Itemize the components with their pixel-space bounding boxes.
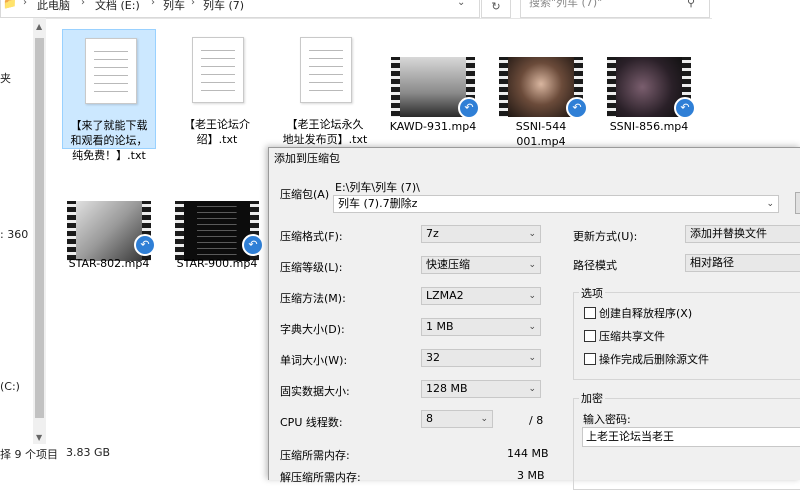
dict-select[interactable]: 1 MB ⌄: [421, 318, 541, 336]
path-label: 路径模式: [573, 259, 617, 272]
status-bar: 择 9 个项目 3.83 GB: [0, 446, 270, 461]
file-name: SSNI-544 001.mp4: [515, 120, 567, 148]
format-label: 压缩格式(F):: [280, 230, 343, 243]
file-name: KAWD-931.mp4: [389, 120, 477, 133]
breadcrumb-item[interactable]: 列车: [163, 0, 185, 13]
file-item[interactable]: 【来了就能下载 和观看的论坛， 纯免费！】.txt: [62, 29, 156, 162]
file-name: STAR-900.mp4: [176, 257, 258, 270]
mem-comp-value: 144 MB: [507, 447, 549, 460]
search-input[interactable]: 搜索"列车 (7)" ⚲: [520, 0, 710, 18]
file-item[interactable]: ↶ SSNI-544 001.mp4: [494, 29, 588, 149]
nav-item-360[interactable]: : 360: [0, 228, 28, 241]
archive-path: E:\列车\列车 (7)\: [335, 181, 420, 194]
status-size: 3.83 GB: [66, 446, 111, 459]
shortcut-badge-icon: ↶: [674, 97, 696, 119]
shortcut-badge-icon: ↶: [134, 234, 156, 256]
delete-source-checkbox[interactable]: [584, 353, 596, 365]
level-select[interactable]: 快速压缩 ⌄: [421, 256, 541, 274]
file-item[interactable]: ↶ SSNI-856.mp4: [602, 29, 696, 149]
file-item[interactable]: 【老王论坛永久 地址发布页】.txt: [278, 29, 372, 149]
scroll-up-icon[interactable]: ▲: [36, 22, 42, 31]
refresh-button[interactable]: ↻: [481, 0, 511, 18]
refresh-icon: ↻: [491, 0, 501, 13]
search-icon: ⚲: [686, 0, 695, 9]
file-name: 【来了就能下载 和观看的论坛， 纯免费！】.txt: [70, 119, 148, 162]
encryption-label: 加密: [579, 390, 605, 406]
nav-scrollbar[interactable]: ▲ ▼: [33, 18, 46, 444]
file-name: 【老王论坛介 绍】.txt: [184, 118, 250, 146]
word-label: 单词大小(W):: [280, 354, 348, 367]
dialog-title: 添加到压缩包: [274, 152, 340, 165]
update-select[interactable]: 添加并替换文件: [685, 225, 800, 243]
breadcrumb-item[interactable]: 此电脑: [37, 0, 70, 13]
level-label: 压缩等级(L):: [280, 261, 343, 274]
shortcut-badge-icon: ↶: [458, 97, 480, 119]
archive-label: 压缩包(A): [280, 188, 330, 201]
chevron-down-icon[interactable]: ⌄: [766, 196, 774, 212]
breadcrumb-separator: ›: [81, 0, 85, 8]
text-file-icon: [192, 37, 244, 103]
password-label: 输入密码:: [583, 413, 631, 426]
breadcrumb-separator: ›: [191, 0, 195, 8]
dict-label: 字典大小(D):: [280, 323, 345, 336]
file-item[interactable]: ↶ STAR-802.mp4: [62, 168, 156, 288]
nav-item-c-drive[interactable]: (C:): [0, 380, 20, 393]
breadcrumb-separator: ›: [23, 0, 27, 8]
add-to-archive-dialog: 添加到压缩包 压缩包(A) E:\列车\列车 (7)\ 列车 (7).7删除z ⌄…: [268, 147, 800, 490]
shortcut-badge-icon: ↶: [242, 234, 264, 256]
path-select[interactable]: 相对路径: [685, 254, 800, 272]
breadcrumb-item[interactable]: 列车 (7): [203, 0, 244, 13]
mem-comp-label: 压缩所需内存:: [280, 449, 350, 462]
file-name: SSNI-856.mp4: [609, 120, 689, 133]
delete-source-label: 操作完成后删除源文件: [599, 353, 709, 366]
file-item[interactable]: 【老王论坛介 绍】.txt: [170, 29, 264, 149]
scrollbar-thumb[interactable]: [35, 38, 44, 418]
mem-decomp-label: 解压缩所需内存:: [280, 471, 361, 484]
mem-decomp-value: 3 MB: [517, 469, 545, 482]
method-label: 压缩方法(M):: [280, 292, 346, 305]
solid-label: 固实数据大小:: [280, 385, 350, 398]
folder-icon: 📁: [3, 0, 17, 10]
cpu-total: / 8: [529, 414, 544, 427]
file-item[interactable]: ↶ KAWD-931.mp4: [386, 29, 480, 149]
archive-name-combobox[interactable]: 列车 (7).7删除z ⌄: [333, 195, 779, 213]
shortcut-badge-icon: ↶: [566, 97, 588, 119]
address-bar[interactable]: 📁 › 此电脑 › 文档 (E:) › 列车 › 列车 (7) ⌄: [0, 0, 480, 18]
text-file-icon: [300, 37, 352, 103]
search-placeholder: 搜索"列车 (7)": [529, 0, 603, 9]
cpu-label: CPU 线程数:: [280, 416, 343, 429]
browse-button[interactable]: [795, 192, 800, 214]
word-select[interactable]: 32 ⌄: [421, 349, 541, 367]
status-count: 择 9 个项目: [0, 448, 58, 461]
sfx-checkbox[interactable]: [584, 307, 596, 319]
breadcrumb-item[interactable]: 文档 (E:): [95, 0, 140, 13]
text-file-icon: [85, 38, 137, 104]
password-input[interactable]: 上老王论坛当老王: [582, 427, 800, 447]
file-item[interactable]: ↶ STAR-900.mp4: [170, 168, 264, 288]
shared-label: 压缩共享文件: [599, 330, 665, 343]
shared-checkbox[interactable]: [584, 330, 596, 342]
update-label: 更新方式(U):: [573, 230, 638, 243]
nav-item-quick-access[interactable]: 夹: [0, 70, 11, 86]
sfx-label: 创建自释放程序(X): [599, 307, 693, 320]
file-name: 【老王论坛永久 地址发布页】.txt: [282, 118, 368, 146]
format-select[interactable]: 7z ⌄: [421, 225, 541, 243]
chevron-down-icon[interactable]: ⌄: [457, 0, 465, 8]
options-label: 选项: [579, 285, 605, 301]
breadcrumb-separator: ›: [151, 0, 155, 8]
scroll-down-icon[interactable]: ▼: [36, 433, 42, 442]
method-select[interactable]: LZMA2 ⌄: [421, 287, 541, 305]
file-name: STAR-802.mp4: [68, 257, 150, 270]
solid-select[interactable]: 128 MB ⌄: [421, 380, 541, 398]
cpu-select[interactable]: 8 ⌄: [421, 410, 493, 428]
